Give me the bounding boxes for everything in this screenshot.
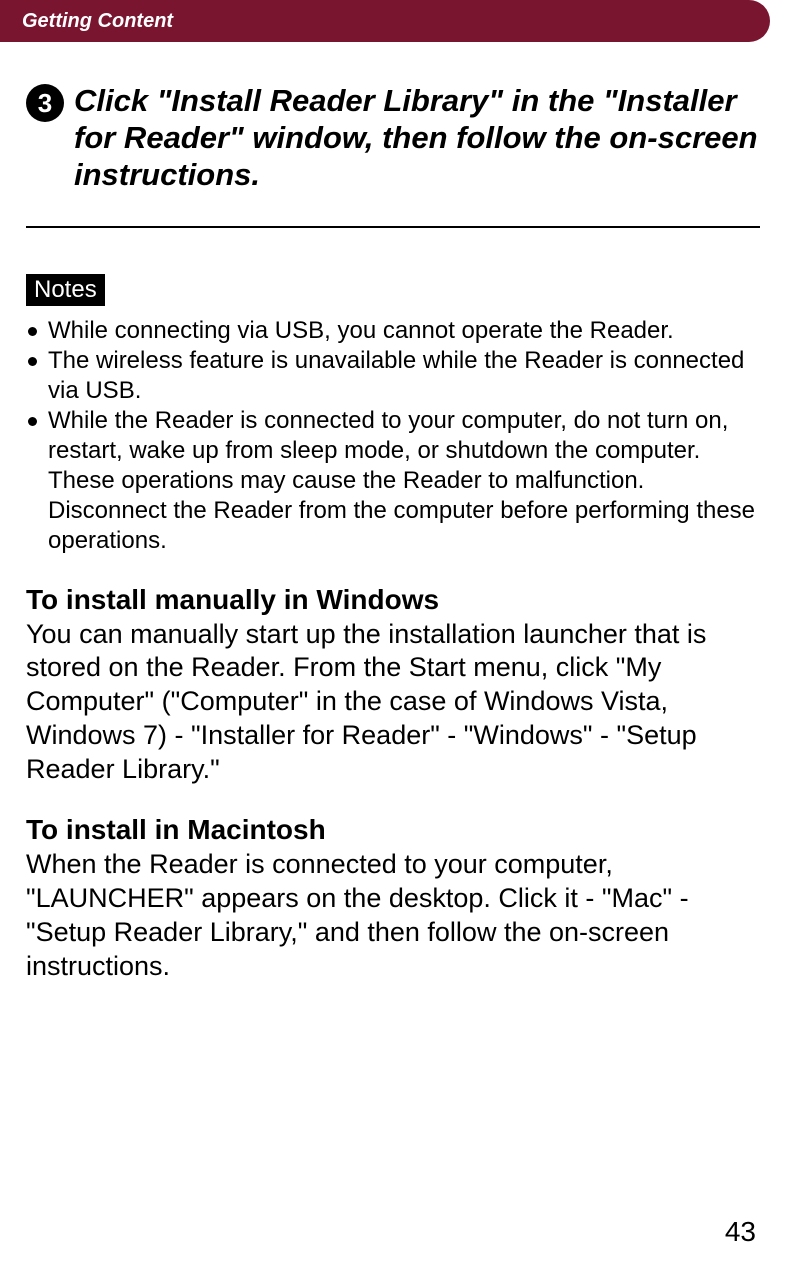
page-content: 3 Click "Install Reader Library" in the … bbox=[0, 42, 786, 983]
step-number-badge: 3 bbox=[26, 84, 64, 122]
note-item: The wireless feature is unavailable whil… bbox=[26, 346, 760, 406]
notes-label: Notes bbox=[26, 274, 105, 306]
note-item: While the Reader is connected to your co… bbox=[26, 406, 760, 556]
page-number: 43 bbox=[725, 1216, 756, 1248]
section-heading: To install in Macintosh bbox=[26, 814, 760, 846]
header-bar: Getting Content bbox=[0, 0, 770, 42]
section-body: You can manually start up the installati… bbox=[26, 618, 760, 787]
section-heading: To install manually in Windows bbox=[26, 584, 760, 616]
notes-list: While connecting via USB, you cannot ope… bbox=[26, 316, 760, 556]
note-item: While connecting via USB, you cannot ope… bbox=[26, 316, 760, 346]
section-body: When the Reader is connected to your com… bbox=[26, 848, 760, 983]
header-title: Getting Content bbox=[22, 10, 173, 33]
divider bbox=[26, 226, 760, 228]
step-instruction: Click "Install Reader Library" in the "I… bbox=[74, 82, 760, 194]
step-row: 3 Click "Install Reader Library" in the … bbox=[26, 82, 760, 194]
